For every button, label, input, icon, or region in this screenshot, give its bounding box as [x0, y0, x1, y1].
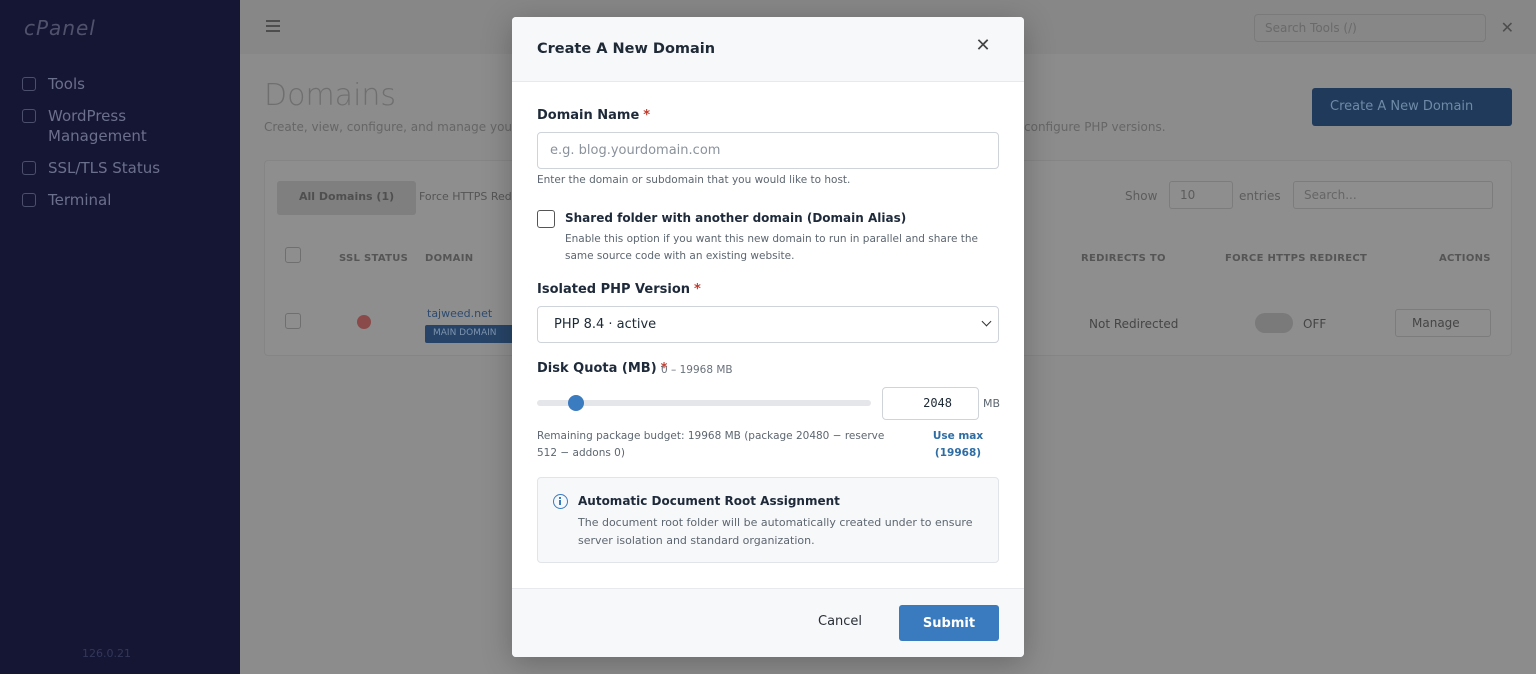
required-mark: * [694, 282, 701, 297]
main-domain-badge: MAIN DOMAIN [425, 325, 525, 343]
wrench-icon [22, 77, 36, 91]
domain-alias-label[interactable]: Shared folder with another domain (Domai… [565, 211, 906, 225]
domain-name-help: Enter the domain or subdomain that you w… [537, 174, 851, 186]
php-version-label: Isolated PHP Version * [537, 282, 701, 297]
row-checkbox[interactable] [285, 313, 301, 329]
page-subtitle-tail: configure PHP versions. [1024, 120, 1166, 134]
column-https: FORCE HTTPS REDIRECT [1225, 253, 1368, 264]
lock-icon [22, 161, 36, 175]
sidebar: cPanel Tools WordPress Management SSL/TL… [0, 0, 240, 674]
disk-quota-range: 0 – 19968 MB [661, 364, 733, 376]
column-redirects: REDIRECTS TO [1081, 253, 1166, 264]
page-title: Domains [264, 78, 397, 113]
sidebar-item-label: Terminal [48, 191, 112, 209]
submit-button[interactable]: Submit [899, 605, 999, 641]
sidebar-item-label: SSL/TLS Status [48, 159, 161, 177]
use-max-link[interactable]: Use max (19968) [924, 428, 992, 462]
domain-name-input[interactable] [537, 132, 999, 169]
sidebar-item-wordpress[interactable]: WordPress Management [0, 100, 240, 152]
package-budget-text: Remaining package budget: 19968 MB (pack… [537, 430, 885, 459]
chevron-down-icon [981, 316, 992, 327]
disk-quota-unit: MB [983, 397, 1001, 410]
sidebar-item-tools[interactable]: Tools [0, 68, 240, 100]
info-text: The document root folder will be automat… [578, 516, 973, 547]
modal-footer: Cancel Submit [512, 588, 1024, 657]
domain-alias-checkbox[interactable] [537, 210, 555, 228]
select-all-checkbox[interactable] [285, 247, 301, 263]
disk-quota-slider-thumb[interactable] [568, 395, 585, 411]
wordpress-icon [22, 109, 36, 123]
domain-link[interactable]: tajweed.net [427, 307, 492, 320]
sidebar-item-label: Tools [48, 75, 85, 93]
php-version-select[interactable]: PHP 8.4 · active [537, 306, 999, 343]
menu-icon[interactable] [266, 20, 280, 32]
https-toggle[interactable] [1255, 313, 1293, 333]
show-label: Show [1125, 189, 1158, 203]
entries-label: entries [1239, 189, 1281, 203]
redirect-value: Not Redirected [1089, 317, 1179, 331]
tab-all-domains[interactable]: All Domains (1) [277, 181, 417, 215]
manage-button[interactable]: Manage [1395, 309, 1491, 337]
modal-title: Create A New Domain [537, 41, 716, 57]
disk-quota-input[interactable]: 2048 [882, 387, 979, 420]
disk-quota-label-text: Disk Quota (MB) [537, 361, 657, 376]
close-icon[interactable]: ✕ [1501, 18, 1514, 37]
create-domain-button[interactable]: Create A New Domain [1312, 88, 1512, 126]
php-version-value: PHP 8.4 · active [554, 317, 657, 332]
sidebar-nav: Tools WordPress Management SSL/TLS Statu… [0, 68, 240, 216]
required-mark: * [643, 108, 651, 123]
sidebar-item-label: WordPress Management [48, 107, 147, 145]
php-version-label-text: Isolated PHP Version [537, 282, 691, 297]
close-icon[interactable]: ✕ [974, 37, 992, 55]
terminal-icon [22, 193, 36, 207]
doc-root-info-box: Automatic Document Root Assignment The d… [537, 477, 999, 563]
ssl-error-icon [357, 315, 371, 329]
modal-header: Create A New Domain ✕ [512, 17, 1024, 82]
disk-quota-label: Disk Quota (MB) * [537, 361, 667, 376]
table-search-input[interactable]: Search... [1293, 181, 1493, 209]
version-label: 126.0.21 [82, 647, 131, 660]
entries-select[interactable]: 10 [1169, 181, 1233, 209]
info-icon [553, 494, 568, 509]
column-ssl-status: SSL STATUS [339, 253, 409, 264]
domain-alias-help: Enable this option if you want this new … [565, 233, 978, 262]
cancel-button[interactable]: Cancel [818, 614, 862, 629]
cpanel-logo: cPanel [24, 16, 96, 40]
info-title: Automatic Document Root Assignment [578, 494, 840, 508]
https-toggle-label: OFF [1303, 317, 1327, 331]
column-actions: ACTIONS [1439, 253, 1491, 264]
column-domain: DOMAIN [425, 253, 474, 264]
tools-search-input[interactable]: Search Tools (/) [1254, 14, 1486, 42]
domain-name-label: Domain Name * [537, 108, 650, 123]
sidebar-item-ssl[interactable]: SSL/TLS Status [0, 152, 240, 184]
domain-name-label-text: Domain Name [537, 108, 640, 123]
disk-quota-slider[interactable] [537, 400, 871, 406]
create-domain-modal: Create A New Domain ✕ Domain Name* Enter… [512, 17, 1024, 657]
sidebar-item-terminal[interactable]: Terminal [0, 184, 240, 216]
